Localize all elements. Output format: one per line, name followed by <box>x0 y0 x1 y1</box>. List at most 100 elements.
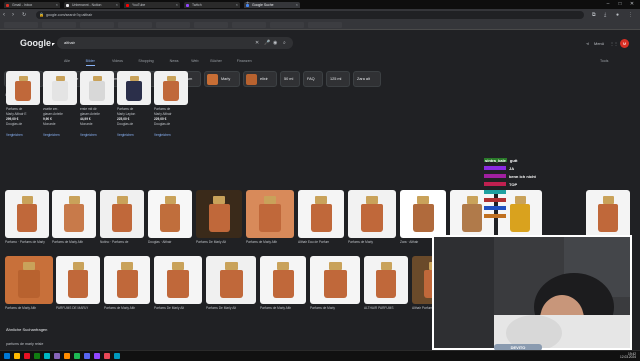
related-search-item[interactable]: parfums de marly reisle <box>6 342 43 346</box>
bookmark-item[interactable] <box>118 22 152 28</box>
image-result[interactable] <box>310 256 360 304</box>
tab-shopping[interactable]: Shopping <box>138 57 153 65</box>
tab-finanzen[interactable]: Finanzen <box>237 57 252 65</box>
google-logo[interactable]: Google <box>20 38 51 48</box>
image-result[interactable] <box>586 190 630 238</box>
search-input[interactable]: althair ✕ 🎤 ◉ ⌕ <box>57 37 293 49</box>
image-result-caption[interactable]: Parfums de Marly Alth <box>104 306 150 310</box>
apps-icon[interactable]: ⋮⋮ <box>610 41 618 46</box>
image-result[interactable] <box>56 256 100 304</box>
reload-icon[interactable]: ↻ <box>22 11 26 19</box>
browser-menu-icon[interactable]: ⋮ <box>628 11 633 19</box>
download-icon[interactable]: ⤓ <box>604 11 606 19</box>
menu-label[interactable]: Menü <box>594 41 604 46</box>
back-icon[interactable]: ‹ <box>3 11 5 19</box>
image-result-caption[interactable]: Parfums De Marly Alt <box>206 306 256 310</box>
image-result[interactable] <box>400 190 446 238</box>
image-result-caption[interactable]: Parfums de Marly Alth <box>5 306 53 310</box>
product-compare-link[interactable]: Vergleichen <box>80 133 114 137</box>
image-result-caption[interactable]: Parfums de Marly <box>310 306 360 310</box>
shopping-product-card[interactable]: Parfums de Marly Althair 229,00 € Douglas.d… <box>154 71 188 151</box>
image-result[interactable] <box>364 256 408 304</box>
tab-close-icon[interactable]: × <box>56 2 58 8</box>
taskbar-app-icon[interactable] <box>84 353 90 359</box>
search-icon[interactable]: ⌕ <box>283 37 286 49</box>
image-result-caption[interactable]: PARFUMS DE MARLY <box>56 306 100 310</box>
browser-tab[interactable]: Google Suche × <box>244 2 300 8</box>
minimize-button[interactable]: – <box>602 0 614 9</box>
system-clock[interactable]: 19:42 12.03.2024 <box>600 352 636 360</box>
bookmark-item[interactable] <box>4 22 38 28</box>
bookmark-item[interactable] <box>80 22 114 28</box>
image-result-caption[interactable]: Parfums de Marly <box>348 240 396 244</box>
tab-videos[interactable]: Videos <box>112 57 123 65</box>
taskbar-app-icon[interactable] <box>4 353 10 359</box>
tab-close-icon[interactable]: × <box>296 2 298 8</box>
image-result-caption[interactable]: Douglas · Althair <box>148 240 192 244</box>
shopping-product-card[interactable]: Parfums de Marly Layton 225,00 € Douglas.de… <box>117 71 151 151</box>
product-compare-link[interactable]: Vergleichen <box>6 133 40 137</box>
image-result[interactable] <box>246 190 294 238</box>
shopping-product-card[interactable]: erste mit dir glasen Anteile 44,99 € Monard… <box>80 71 114 151</box>
taskbar-app-icon[interactable] <box>74 353 80 359</box>
browser-tab[interactable]: Twitch × <box>184 2 240 8</box>
refinement-chip[interactable]: Zara alt <box>353 71 381 87</box>
image-result[interactable] <box>298 190 344 238</box>
browser-tab[interactable]: Unbenannt - Notion × <box>64 2 120 8</box>
image-result[interactable] <box>206 256 256 304</box>
tab-close-icon[interactable]: × <box>176 2 178 8</box>
image-result-caption[interactable]: Notino · Parfums de <box>100 240 144 244</box>
image-result[interactable] <box>260 256 306 304</box>
image-result[interactable] <box>52 190 96 238</box>
refinement-chip[interactable]: 125 ml <box>326 71 350 87</box>
taskbar-app-icon[interactable] <box>34 353 40 359</box>
bookmark-item[interactable] <box>232 22 266 28</box>
image-result[interactable] <box>154 256 202 304</box>
refinement-chip[interactable]: 50 ml <box>280 71 300 87</box>
image-result[interactable] <box>100 190 144 238</box>
image-result[interactable] <box>104 256 150 304</box>
product-compare-link[interactable]: Vergleichen <box>117 133 151 137</box>
image-result-caption[interactable]: Parfums De Marly Alt <box>154 306 202 310</box>
avatar[interactable]: M <box>620 39 629 48</box>
image-result[interactable] <box>5 190 49 238</box>
refinement-chip[interactable]: elixir <box>243 71 277 87</box>
taskbar-app-icon[interactable] <box>64 353 70 359</box>
mic-icon[interactable]: 🎤 <box>264 37 270 49</box>
tab-alle[interactable]: Alle <box>64 57 70 65</box>
extensions-icon[interactable]: ⧉ <box>592 11 596 19</box>
image-result-caption[interactable]: Parfumo · Parfums de Marly <box>5 240 49 244</box>
taskbar-app-icon[interactable] <box>14 353 20 359</box>
image-result[interactable] <box>148 190 192 238</box>
browser-tab[interactable]: YouTube × <box>124 2 180 8</box>
image-result-caption[interactable]: Parfums de Marly Alth <box>260 306 306 310</box>
profile-icon[interactable]: ● <box>616 11 619 19</box>
image-result-caption[interactable]: Parfums de Marly Alth <box>52 240 96 244</box>
taskbar-app-icon[interactable] <box>44 353 50 359</box>
image-result[interactable] <box>5 256 53 304</box>
shopping-product-card[interactable]: Parfums de Marly Althair E 299,00 € Douglas… <box>6 71 40 151</box>
forward-icon[interactable]: › <box>12 11 14 19</box>
bookmark-item[interactable] <box>308 22 342 28</box>
tab-news[interactable]: News <box>170 57 179 65</box>
address-bar[interactable]: 🔒 google.com/search?q=althair <box>36 11 584 19</box>
share-icon[interactable]: ⋖ <box>586 41 589 46</box>
product-compare-link[interactable]: Vergleichen <box>43 133 77 137</box>
taskbar-app-icon[interactable] <box>24 353 30 359</box>
bookmark-item[interactable] <box>270 22 304 28</box>
clear-icon[interactable]: ✕ <box>255 37 259 49</box>
close-window-button[interactable]: ✕ <box>626 0 638 9</box>
tools-button[interactable]: Tools <box>600 59 608 63</box>
taskbar-app-icon[interactable] <box>114 353 120 359</box>
refinement-chip[interactable]: Marly <box>204 71 240 87</box>
image-result-caption[interactable]: Parfums De Marly Alt <box>196 240 242 244</box>
tab-bücher[interactable]: Bücher <box>210 57 221 65</box>
taskbar-app-icon[interactable] <box>104 353 110 359</box>
product-compare-link[interactable]: Vergleichen <box>154 133 188 137</box>
image-result-caption[interactable]: Althair Eau de Parfum <box>298 240 344 244</box>
bookmark-item[interactable] <box>194 22 228 28</box>
image-result[interactable] <box>196 190 242 238</box>
image-result-caption[interactable]: ALTHAIR PARFUMS <box>364 306 408 310</box>
bookmark-item[interactable] <box>156 22 190 28</box>
lens-icon[interactable]: ◉ <box>273 37 277 49</box>
